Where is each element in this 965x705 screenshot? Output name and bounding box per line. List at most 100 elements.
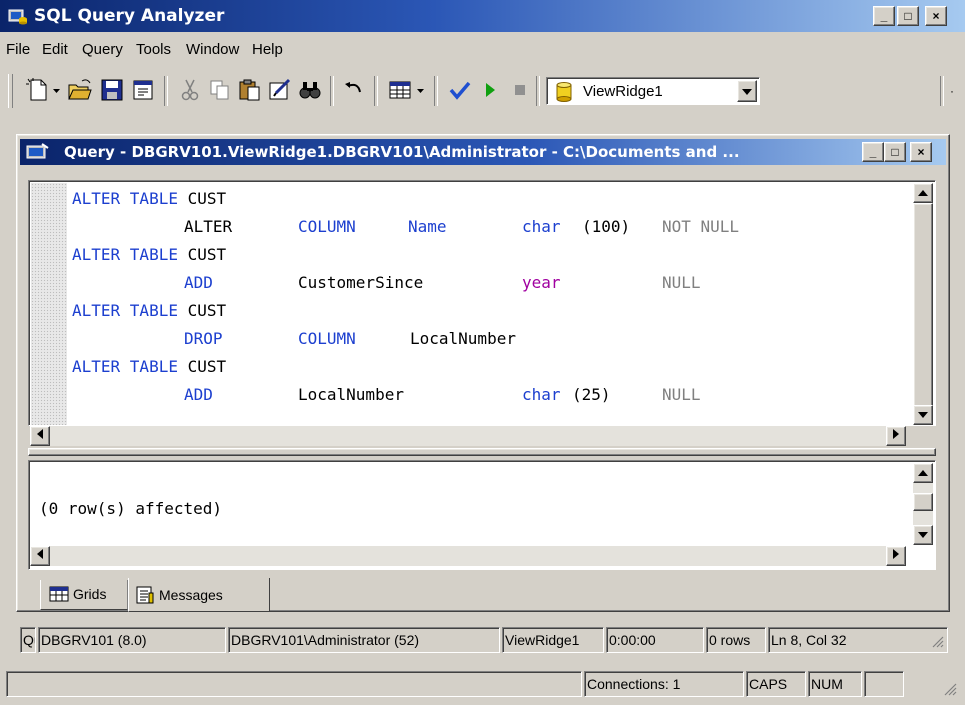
editor-scroll-down-button[interactable] xyxy=(913,405,933,425)
code-line-1: ALTER TABLE CUST xyxy=(72,189,227,208)
close-button[interactable]: × xyxy=(925,6,947,26)
open-icon[interactable] xyxy=(66,76,94,104)
code-line-6-drop: DROP xyxy=(184,329,223,348)
query-window-icon xyxy=(26,143,50,164)
tab-messages-label: Messages xyxy=(159,587,223,603)
window-resize-grip-icon[interactable] xyxy=(941,680,957,699)
menu-tools[interactable]: Tools xyxy=(136,41,171,58)
status-connections: Connections: 1 xyxy=(584,671,744,697)
editor-gutter xyxy=(31,183,67,425)
query-window-title: Query - DBGRV101.ViewRidge1.DBGRV101\Adm… xyxy=(64,143,740,161)
paste-icon[interactable] xyxy=(236,76,264,104)
status-row-count: 0 rows xyxy=(706,627,766,653)
query-maximize-button[interactable]: □ xyxy=(884,142,906,162)
code-line-2-column: COLUMN xyxy=(298,217,356,236)
editor-scroll-right-button[interactable] xyxy=(886,426,906,446)
editor-scroll-thumb[interactable] xyxy=(913,203,933,407)
copy-icon[interactable] xyxy=(206,76,234,104)
new-query-icon[interactable] xyxy=(24,76,52,104)
code-line-2-alter: ALTER xyxy=(184,217,233,236)
status-elapsed-time: 0:00:00 xyxy=(606,627,704,653)
menu-bar: File Edit Query Tools Window Help xyxy=(0,34,965,64)
resize-grip-icon[interactable] xyxy=(930,634,944,651)
database-icon xyxy=(553,81,575,106)
code-line-5: ALTER TABLE CUST xyxy=(72,301,227,320)
message-text: (0 row(s) affected) xyxy=(39,499,223,518)
menu-help[interactable]: Help xyxy=(252,41,283,58)
toolbar-overflow-icon[interactable]: · xyxy=(950,84,954,98)
code-line-8-size: (25) xyxy=(572,385,611,404)
status-caps: CAPS xyxy=(746,671,806,697)
menu-window[interactable]: Window xyxy=(186,41,239,58)
stop-icon[interactable] xyxy=(506,76,534,104)
status-extra xyxy=(864,671,904,697)
code-line-4-year: year xyxy=(522,273,561,292)
clear-icon[interactable] xyxy=(266,76,294,104)
tab-grids[interactable]: Grids xyxy=(40,580,128,610)
find-icon[interactable] xyxy=(296,76,324,104)
code-line-6-column: COLUMN xyxy=(298,329,356,348)
pane-splitter[interactable] xyxy=(28,448,936,456)
menu-file[interactable]: File xyxy=(6,41,30,58)
messages-horizontal-scrollbar[interactable] xyxy=(30,546,906,566)
database-select[interactable]: ViewRidge1 xyxy=(546,77,760,105)
parse-icon[interactable] xyxy=(446,76,474,104)
undo-icon[interactable] xyxy=(340,76,368,104)
query-window-title-bar[interactable]: Query - DBGRV101.ViewRidge1.DBGRV101\Adm… xyxy=(20,139,946,165)
execute-icon[interactable] xyxy=(476,76,504,104)
messages-scroll-down-button[interactable] xyxy=(913,525,933,545)
status-main xyxy=(6,671,582,697)
load-script-icon[interactable] xyxy=(130,76,158,104)
code-line-8-add: ADD xyxy=(184,385,213,404)
code-line-4-customersince: CustomerSince xyxy=(298,273,424,292)
messages-scroll-left-button[interactable] xyxy=(30,546,50,566)
toolbar: ViewRidge1 · xyxy=(6,70,961,112)
menu-query[interactable]: Query xyxy=(82,41,123,58)
query-minimize-button[interactable]: _ xyxy=(862,142,884,162)
query-close-button[interactable]: × xyxy=(910,142,932,162)
messages-scroll-up-button[interactable] xyxy=(913,463,933,483)
tab-messages[interactable]: Messages xyxy=(128,578,270,612)
tab-grids-label: Grids xyxy=(73,586,107,602)
app-icon xyxy=(8,7,28,25)
code-line-7: ALTER TABLE CUST xyxy=(72,357,227,376)
code-line-2-char: char xyxy=(522,217,561,236)
code-line-2-name: Name xyxy=(408,217,447,236)
editor-vertical-scrollbar[interactable] xyxy=(913,183,933,425)
status-bar: Connections: 1 CAPS NUM xyxy=(6,668,961,700)
save-icon[interactable] xyxy=(98,76,126,104)
messages-scroll-thumb[interactable] xyxy=(913,493,933,511)
code-line-8-localnumber: LocalNumber xyxy=(298,385,404,404)
toolbar-grip[interactable] xyxy=(8,74,13,108)
code-line-8-char: char xyxy=(522,385,561,404)
cut-icon[interactable] xyxy=(176,76,204,104)
code-line-8-null: NULL xyxy=(662,385,701,404)
status-num: NUM xyxy=(808,671,862,697)
editor-scroll-left-button[interactable] xyxy=(30,426,50,446)
database-name: ViewRidge1 xyxy=(583,83,663,100)
code-line-4-add: ADD xyxy=(184,273,213,292)
new-dropdown-icon[interactable] xyxy=(50,76,64,104)
messages-icon xyxy=(135,585,155,608)
menu-edit[interactable]: Edit xyxy=(42,41,68,58)
status-server: DBGRV101 (8.0) xyxy=(38,627,226,653)
messages-vertical-scrollbar[interactable] xyxy=(913,463,933,545)
maximize-button[interactable]: □ xyxy=(897,6,919,26)
sql-editor[interactable]: ALTER TABLE CUST ALTER COLUMN Name char … xyxy=(28,180,936,426)
window-title: SQL Query Analyzer xyxy=(34,6,225,26)
code-line-2-notnull: NOT NULL xyxy=(662,217,740,236)
editor-horizontal-scrollbar[interactable] xyxy=(30,426,906,446)
database-dropdown-button[interactable] xyxy=(737,80,757,102)
status-q: Qu xyxy=(20,627,36,653)
results-mode-icon[interactable] xyxy=(386,76,414,104)
status-user: DBGRV101\Administrator (52) xyxy=(228,627,500,653)
minimize-button[interactable]: _ xyxy=(873,6,895,26)
window-title-bar[interactable]: SQL Query Analyzer _ □ × xyxy=(0,0,965,32)
code-line-3: ALTER TABLE CUST xyxy=(72,245,227,264)
results-dropdown-icon[interactable] xyxy=(414,76,428,104)
grid-icon xyxy=(49,586,69,605)
messages-scroll-right-button[interactable] xyxy=(886,546,906,566)
status-database: ViewRidge1 xyxy=(502,627,604,653)
editor-scroll-up-button[interactable] xyxy=(913,183,933,203)
status-cursor-position: Ln 8, Col 32 xyxy=(768,627,948,653)
